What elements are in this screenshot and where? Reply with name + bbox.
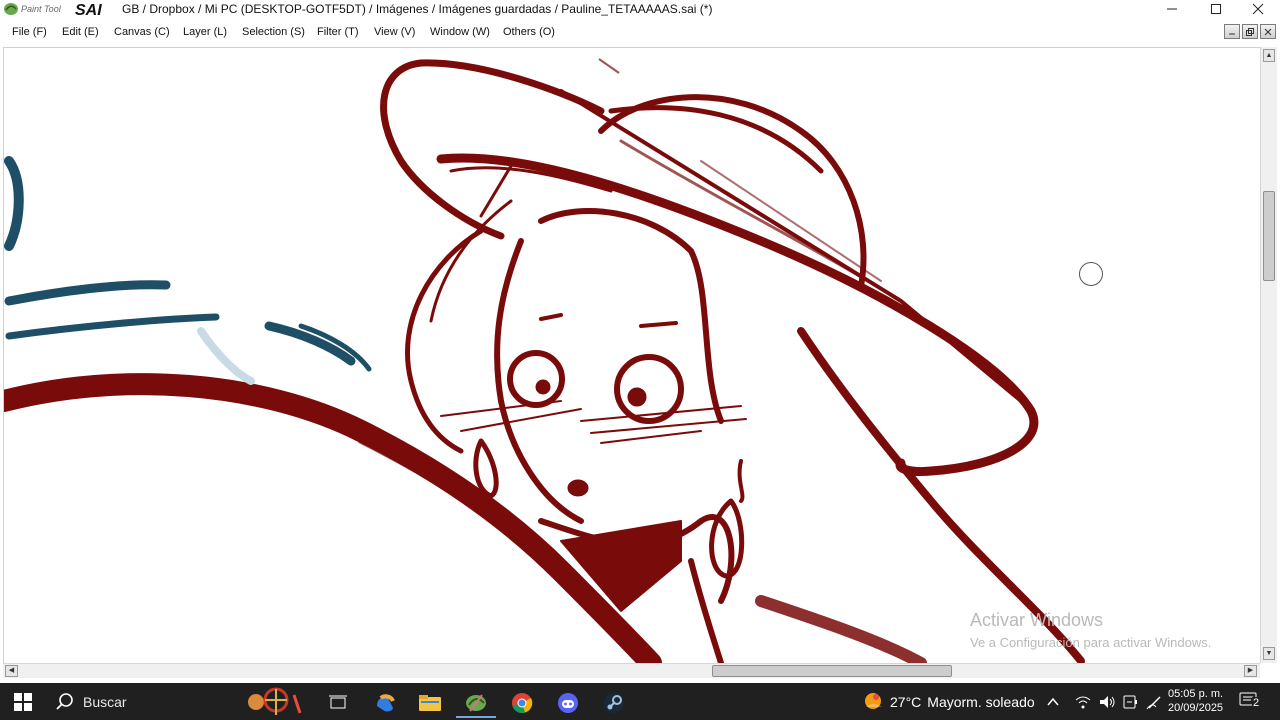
- minimize-button[interactable]: [1150, 0, 1194, 18]
- steam-icon: [604, 693, 624, 713]
- menu-view[interactable]: View (V): [374, 26, 415, 38]
- copilot-button[interactable]: [365, 688, 405, 718]
- horizontal-scroll-thumb[interactable]: [712, 665, 952, 677]
- chrome-button[interactable]: [502, 688, 542, 718]
- title-bar: Paint Tool SAI GB / Dropbox / Mi PC (DES…: [0, 0, 1280, 18]
- pen-icon[interactable]: [1146, 694, 1164, 710]
- scroll-right-arrow-icon[interactable]: ▶: [1244, 665, 1257, 677]
- scroll-up-arrow-icon[interactable]: ▲: [1263, 49, 1275, 62]
- start-button[interactable]: [0, 683, 46, 720]
- task-view-icon: [329, 695, 347, 709]
- menu-edit[interactable]: Edit (E): [62, 26, 99, 38]
- chrome-icon: [512, 693, 533, 713]
- menu-others[interactable]: Others (O): [503, 26, 555, 38]
- window-title: GB / Dropbox / Mi PC (DESKTOP-GOTF5DT) /…: [122, 2, 713, 16]
- menu-bar: File (F) Edit (E) Canvas (C) Layer (L) S…: [0, 22, 1280, 44]
- weather-description: Mayorm. soleado: [927, 693, 1035, 710]
- wifi-icon[interactable]: [1074, 694, 1092, 710]
- minimize-icon: [1167, 8, 1177, 10]
- canvas-close-button[interactable]: [1260, 24, 1276, 39]
- steam-button[interactable]: [594, 688, 634, 718]
- restore-icon: [1246, 27, 1254, 36]
- task-view-button[interactable]: [318, 688, 358, 718]
- canvas-minimize-button[interactable]: [1224, 24, 1240, 39]
- close-button[interactable]: [1236, 0, 1280, 18]
- close-icon: [1264, 28, 1272, 35]
- close-icon: [1252, 3, 1264, 15]
- logo-text-big: SAI: [75, 2, 102, 17]
- search-highlight-icon: [248, 687, 302, 715]
- logo-text-small: Paint Tool: [21, 4, 62, 14]
- menu-window[interactable]: Window (W): [430, 26, 490, 38]
- canvas-restore-button[interactable]: [1242, 24, 1258, 39]
- taskbar: Buscar 27°C Mayorm. soleado 05:05 p. m. …: [0, 683, 1280, 720]
- weather-widget[interactable]: 27°C Mayorm. soleado: [862, 683, 1035, 720]
- drawing-canvas[interactable]: [3, 47, 1260, 663]
- discord-icon: [558, 693, 578, 713]
- menu-filter[interactable]: Filter (T): [317, 26, 359, 38]
- brush-cursor: [1079, 262, 1103, 286]
- discord-button[interactable]: [548, 688, 588, 718]
- chevron-up-icon[interactable]: [1046, 695, 1060, 709]
- app-logo: Paint Tool SAI: [2, 1, 114, 17]
- scroll-left-arrow-icon[interactable]: ◀: [5, 665, 18, 677]
- folder-icon: [419, 695, 441, 711]
- file-explorer-button[interactable]: [410, 688, 450, 718]
- search-icon: [56, 693, 73, 710]
- battery-icon[interactable]: [1122, 694, 1140, 710]
- artwork-sketch: [4, 58, 1085, 663]
- canvas-window-controls: [1224, 24, 1276, 39]
- system-tray: [1046, 683, 1164, 720]
- painttool-sai-icon: [466, 694, 486, 712]
- copilot-icon: [377, 694, 395, 712]
- notification-count: 2: [1252, 697, 1261, 709]
- clock-date: 20/09/2025: [1168, 702, 1224, 714]
- painttool-sai-taskbar-button[interactable]: [456, 688, 496, 718]
- vertical-scroll-thumb[interactable]: [1263, 191, 1275, 281]
- taskbar-clock[interactable]: 05:05 p. m. 20/09/2025: [1168, 687, 1223, 715]
- vertical-scrollbar[interactable]: ▲ ▼: [1260, 47, 1277, 663]
- menu-layer[interactable]: Layer (L): [183, 26, 227, 38]
- menu-canvas[interactable]: Canvas (C): [114, 26, 170, 38]
- clock-time: 05:05 p. m.: [1168, 688, 1224, 700]
- windows-logo-icon: [14, 692, 32, 711]
- menu-file[interactable]: File (F): [12, 26, 47, 38]
- sun-cloud-icon: [865, 692, 882, 709]
- maximize-icon: [1211, 4, 1221, 14]
- horizontal-scrollbar[interactable]: ◀ ▶: [3, 663, 1260, 678]
- scroll-down-arrow-icon[interactable]: ▼: [1263, 647, 1275, 660]
- notification-center-button[interactable]: 2: [1238, 691, 1268, 713]
- weather-temperature: 27°C: [890, 693, 922, 710]
- minimize-icon: [1229, 33, 1235, 34]
- menu-selection[interactable]: Selection (S): [242, 26, 305, 38]
- maximize-button[interactable]: [1194, 0, 1238, 18]
- search-label: Buscar: [83, 694, 127, 710]
- volume-icon[interactable]: [1098, 694, 1116, 710]
- taskbar-search[interactable]: Buscar: [46, 683, 314, 720]
